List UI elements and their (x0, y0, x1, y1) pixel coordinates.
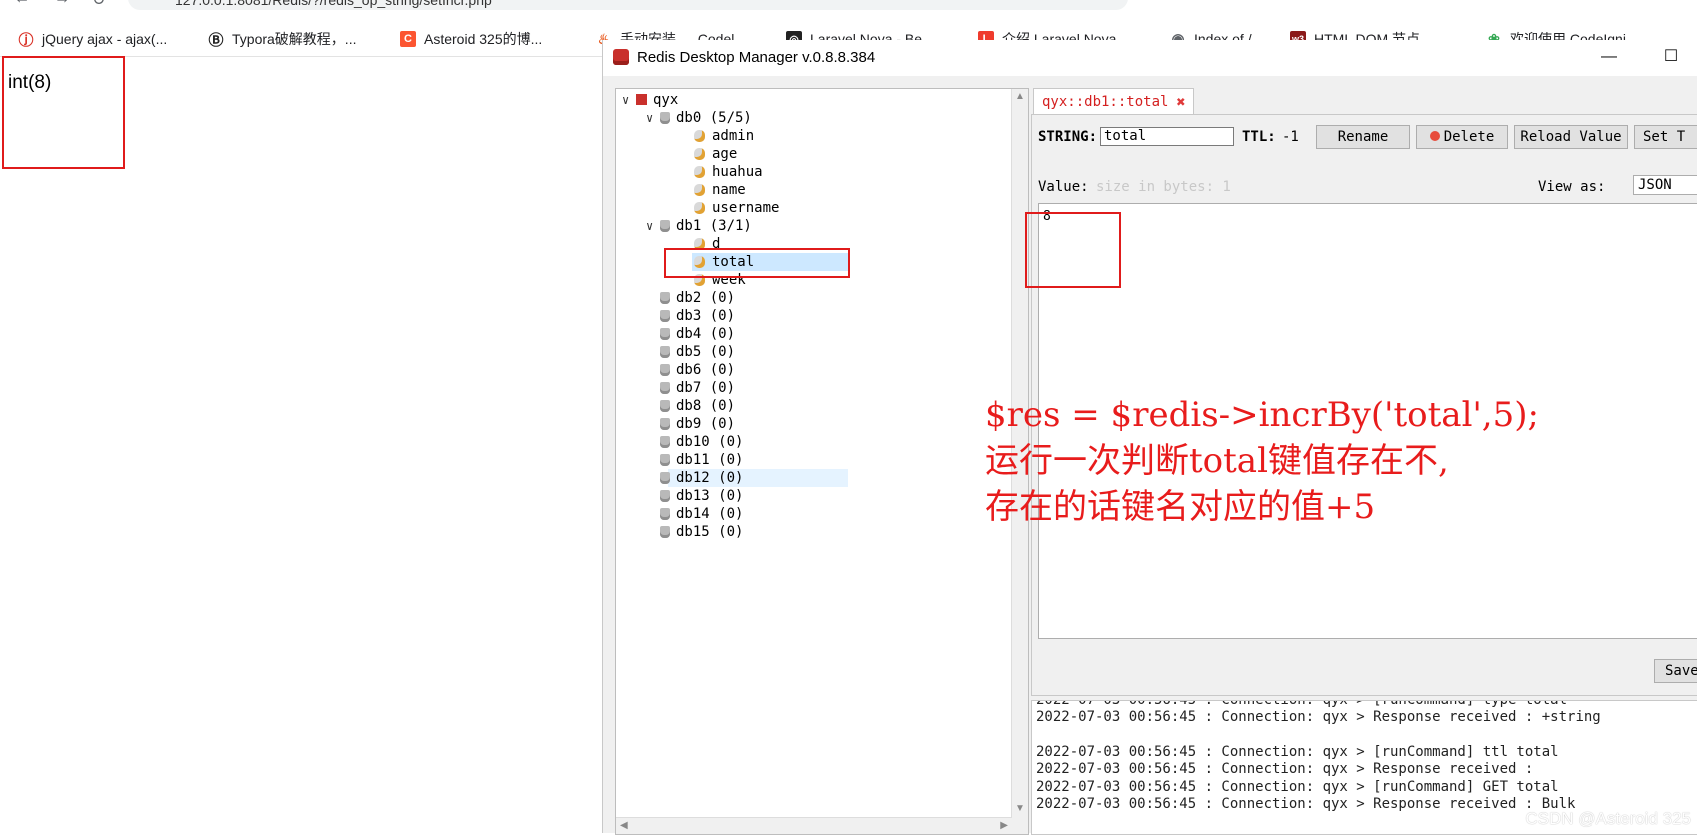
log-line: 2022-07-03 00:56:45 : Connection: qyx > … (1036, 779, 1559, 795)
database-icon (660, 436, 670, 448)
view-as-select[interactable]: JSON (1633, 175, 1697, 195)
tree-db-node[interactable]: db9 (0) (660, 415, 735, 433)
typora-icon: Ⓑ (208, 31, 224, 49)
bookmark-typora[interactable]: Ⓑ Typora破解教程，... (208, 26, 356, 52)
annotation-line-1: $res = $redis->incrBy('total',5); (985, 395, 1539, 435)
code-annotation: $res = $redis->incrBy('total',5); 运行一次判断… (985, 392, 1539, 530)
tree-db-node[interactable]: db11 (0) (660, 451, 743, 469)
scroll-right-icon[interactable]: ▶ (1000, 820, 1008, 831)
database-icon (660, 526, 670, 538)
bookmark-csdn[interactable]: C Asteroid 325的博... (400, 26, 542, 52)
highlight-box-value (1025, 212, 1121, 288)
database-icon (660, 346, 670, 358)
rename-button[interactable]: Rename (1316, 125, 1410, 149)
database-icon (660, 454, 670, 466)
database-icon (660, 310, 670, 322)
database-icon (660, 508, 670, 520)
address-bar-area: ← → ↻ 127.0.0.1:8081/Redis/?/redis_op_st… (0, 0, 1697, 16)
ttl-label: TTL: (1242, 129, 1276, 145)
key-icon (694, 166, 705, 178)
close-tab-icon[interactable]: ✖ (1176, 93, 1185, 111)
value-label: Value: (1038, 179, 1089, 195)
view-as-label: View as: (1538, 179, 1606, 195)
tree-db-node[interactable]: db14 (0) (660, 505, 743, 523)
chevron-down-icon[interactable]: ∨ (622, 91, 636, 109)
database-icon (660, 382, 670, 394)
watermark: CSDN @Asteroid 325 (1525, 809, 1691, 828)
tree-horizontal-scrollbar[interactable]: ◀ ▶ (616, 817, 1012, 834)
delete-button[interactable]: Delete (1416, 125, 1508, 149)
database-icon (660, 400, 670, 412)
database-icon (660, 490, 670, 502)
tree-key[interactable]: username (694, 199, 779, 217)
ttl-value: -1 (1282, 129, 1299, 145)
log-line: 2022-07-03 00:56:45 : Connection: qyx > … (1036, 709, 1601, 725)
type-label: STRING: (1038, 129, 1098, 145)
tree-key[interactable]: age (694, 145, 737, 163)
scroll-left-icon[interactable]: ◀ (620, 820, 628, 831)
tree-db-node[interactable]: db8 (0) (660, 397, 735, 415)
tree-db-node[interactable]: db10 (0) (660, 433, 743, 451)
log-line: 2022-07-03 00:56:45 : Connection: qyx > … (1036, 761, 1534, 777)
database-icon (660, 292, 670, 304)
log-line: 2022-07-03 00:56:45 : Connection: qyx > … (1036, 796, 1576, 812)
key-icon (694, 148, 705, 160)
jquery-icon: ⓙ (18, 31, 34, 49)
key-icon (694, 202, 705, 214)
log-line: 2022-07-03 00:56:45 : Connection: qyx > … (1036, 700, 1568, 708)
set-ttl-button[interactable]: Set T (1634, 125, 1697, 149)
tree-db-node[interactable]: db2 (0) (660, 289, 735, 307)
log-line: 2022-07-03 00:56:45 : Connection: qyx > … (1036, 744, 1559, 760)
database-icon (660, 472, 670, 484)
csdn-icon: C (400, 31, 416, 47)
title-bar: Redis Desktop Manager v.0.8.8.384 — ☐ (603, 40, 1697, 76)
chevron-down-icon[interactable]: ∨ (646, 109, 660, 127)
tree-key[interactable]: admin (694, 127, 754, 145)
database-icon (660, 328, 670, 340)
tree-db-node[interactable]: db13 (0) (660, 487, 743, 505)
connection-tree: ∨ qyx ∨ db0 (5/5) admin age huahua name us… (615, 88, 1029, 835)
redis-server-icon (636, 94, 647, 105)
tree-key[interactable]: name (694, 181, 746, 199)
scroll-down-icon[interactable]: ▼ (1015, 803, 1025, 814)
tree-key[interactable]: huahua (694, 163, 763, 181)
forward-icon[interactable]: → (54, 0, 70, 8)
key-name-input[interactable]: total (1100, 127, 1234, 146)
database-icon (660, 112, 670, 124)
url-text[interactable]: 127.0.0.1:8081/Redis/?/redis_op_string/s… (175, 0, 492, 8)
tree-db-node[interactable]: db3 (0) (660, 307, 735, 325)
reload-icon[interactable]: ↻ (92, 0, 105, 10)
key-icon (694, 184, 705, 196)
tree-server-qyx[interactable]: ∨ qyx (622, 91, 678, 109)
tree-db-node[interactable]: db15 (0) (660, 523, 743, 541)
database-icon (660, 220, 670, 232)
reload-value-button[interactable]: Reload Value (1514, 125, 1628, 149)
chevron-down-icon[interactable]: ∨ (646, 217, 660, 235)
minimize-button[interactable]: — (1589, 44, 1629, 70)
tree-db0[interactable]: ∨ db0 (5/5) (646, 109, 752, 127)
highlight-box-output (2, 56, 125, 169)
save-button[interactable]: Save (1654, 659, 1697, 683)
back-icon[interactable]: ← (14, 0, 30, 8)
bookmark-jquery[interactable]: ⓙ jQuery ajax - ajax(... (18, 26, 167, 52)
size-hint: size in bytes: 1 (1096, 179, 1231, 195)
maximize-button[interactable]: ☐ (1651, 44, 1691, 70)
delete-icon (1429, 131, 1440, 141)
tree-db-node[interactable]: db7 (0) (660, 379, 735, 397)
scroll-up-icon[interactable]: ▲ (1015, 91, 1025, 102)
tree-db-node[interactable]: db4 (0) (660, 325, 735, 343)
key-icon (694, 130, 705, 142)
highlight-box-total-key (664, 248, 850, 278)
database-icon (660, 418, 670, 430)
database-icon (660, 364, 670, 376)
tree-db-node[interactable]: db6 (0) (660, 361, 735, 379)
window-title: Redis Desktop Manager v.0.8.8.384 (637, 49, 876, 66)
tab-key-editor[interactable]: qyx::db1::total ✖ (1033, 88, 1195, 115)
annotation-line-2: 运行一次判断total键值存在不, (985, 441, 1449, 481)
annotation-line-3: 存在的话键名对应的值+5 (985, 487, 1376, 527)
tree-db-node[interactable]: db5 (0) (660, 343, 735, 361)
redis-app-icon (613, 49, 629, 65)
tree-db-node[interactable]: db12 (0) (660, 469, 743, 487)
tree-db1[interactable]: ∨ db1 (3/1) (646, 217, 752, 235)
